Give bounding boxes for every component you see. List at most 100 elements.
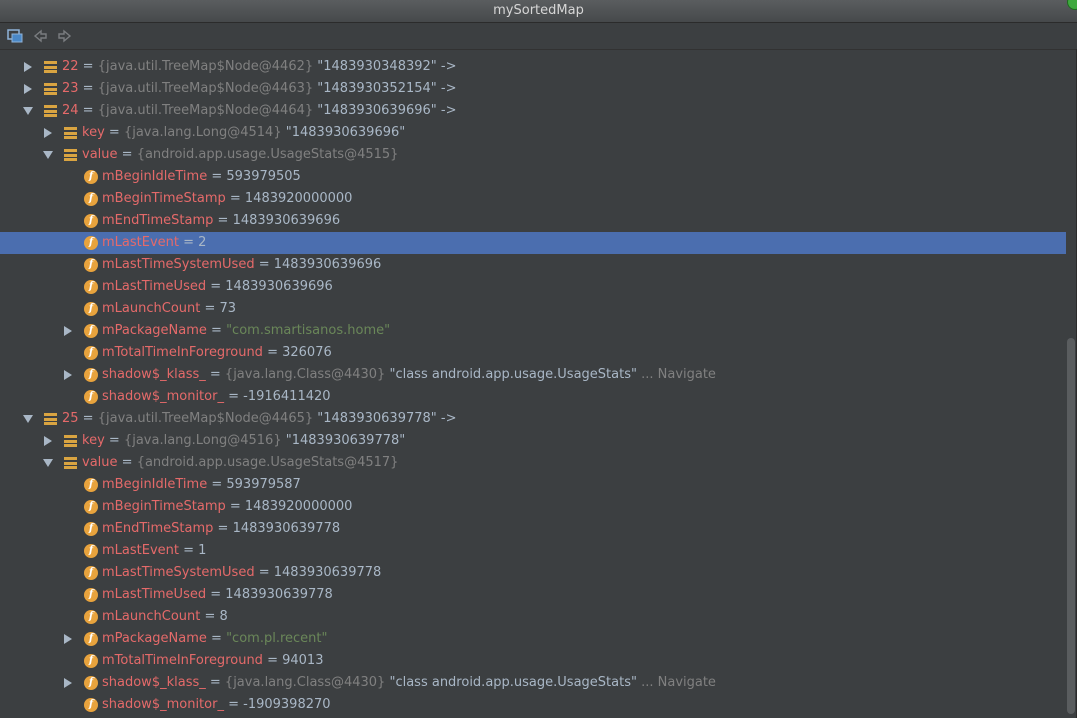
tree-row[interactable]: f shadow$_monitor_ = -1909398270 [0, 694, 1066, 716]
tree-row[interactable]: value = {android.app.usage.UsageStats@45… [0, 144, 1066, 166]
variable-name: key [82, 433, 105, 448]
separator: = [262, 345, 283, 360]
expand-arrow-icon[interactable] [42, 122, 54, 144]
separator: = [205, 367, 225, 382]
variable-value: "class android.app.usage.UsageStats" [389, 367, 637, 382]
expand-arrow-icon[interactable] [42, 430, 54, 452]
variables-tree: 22 = {java.util.TreeMap$Node@4462} "1483… [0, 55, 1066, 718]
forward-icon[interactable] [56, 27, 74, 45]
expand-arrow-icon[interactable] [62, 364, 74, 386]
separator: = [206, 323, 227, 338]
tree-row[interactable]: f mLastTimeUsed = 1483930639778 [0, 584, 1066, 606]
list-icon [64, 457, 77, 469]
tree-row[interactable]: f mLastTimeUsed = 1483930639696 [0, 276, 1066, 298]
separator: = [206, 587, 226, 602]
tree-row[interactable]: 23 = {java.util.TreeMap$Node@4463} "1483… [0, 78, 1066, 100]
variable-value: 1483930639696 [225, 279, 333, 294]
variable-type: {android.app.usage.UsageStats@4517} [136, 455, 399, 470]
variable-name: mPackageName [102, 631, 207, 646]
field-icon: f [84, 544, 98, 558]
tree-row[interactable]: f mEndTimeStamp = 1483930639778 [0, 518, 1066, 540]
variable-name: shadow$_monitor_ [102, 389, 224, 404]
variable-name: mLaunchCount [102, 609, 201, 624]
tree-row[interactable]: f mBeginTimeStamp = 1483920000000 [0, 496, 1066, 518]
field-icon: f [84, 346, 98, 360]
variable-name: mTotalTimeInForeground [102, 653, 263, 668]
vertical-scrollbar[interactable] [1067, 338, 1075, 714]
separator: = [205, 675, 225, 690]
tree-row[interactable]: f mEndTimeStamp = 1483930639696 [0, 210, 1066, 232]
variable-name: 23 [62, 81, 79, 96]
tree-row[interactable]: f mBeginTimeStamp = 1483920000000 [0, 188, 1066, 210]
variable-name: 24 [62, 103, 79, 118]
variable-type: {java.lang.Long@4514} [123, 125, 282, 140]
tree-row[interactable]: f mTotalTimeInForeground = 326076 [0, 342, 1066, 364]
variable-value: "1483930352154" -> [317, 81, 457, 96]
tree-row[interactable]: f mLaunchCount = 8 [0, 606, 1066, 628]
tree-row[interactable]: f mBeginIdleTime = 593979505 [0, 166, 1066, 188]
list-icon [64, 435, 77, 447]
variable-value: 1483930639696 [232, 213, 341, 228]
back-icon[interactable] [31, 27, 49, 45]
variable-name: mLastTimeSystemUsed [102, 257, 255, 272]
tree-row[interactable]: f shadow$_klass_ = {java.lang.Class@4430}… [0, 364, 1066, 386]
variable-value: "class android.app.usage.UsageStats" [389, 675, 637, 690]
expand-arrow-icon[interactable] [22, 56, 34, 78]
tree-row-text: mLastTimeSystemUsed = 1483930639696 [102, 254, 381, 276]
field-icon: f [84, 280, 98, 294]
separator: = [200, 301, 220, 316]
variable-name: mBeginTimeStamp [102, 499, 226, 514]
variable-name: key [82, 125, 105, 140]
tree-row[interactable]: f mTotalTimeInForeground = 94013 [0, 650, 1066, 672]
variable-value: -1909398270 [243, 697, 331, 712]
tree-row-text: 22 = {java.util.TreeMap$Node@4462} "1483… [62, 56, 456, 78]
tree-row[interactable]: f mLastEvent = 1 [0, 540, 1066, 562]
window-title: mySortedMap [493, 3, 584, 18]
tree-row-text: mLastEvent = 2 [102, 232, 206, 254]
tree-row[interactable]: f mLastTimeSystemUsed = 1483930639696 [0, 254, 1066, 276]
window-titlebar: mySortedMap [0, 0, 1077, 23]
collapse-arrow-icon[interactable] [42, 452, 54, 474]
tree-row[interactable]: key = {java.lang.Long@4516} "14839306397… [0, 430, 1066, 452]
tree-row[interactable]: 22 = {java.util.TreeMap$Node@4462} "1483… [0, 56, 1066, 78]
tree-row[interactable]: 25 = {java.util.TreeMap$Node@4465} "1483… [0, 408, 1066, 430]
variable-name: mLaunchCount [102, 301, 201, 316]
navigate-link[interactable]: ... Navigate [641, 367, 716, 382]
variable-name: mLastTimeSystemUsed [102, 565, 255, 580]
tree-row[interactable]: f mLastTimeSystemUsed = 1483930639778 [0, 562, 1066, 584]
variable-type: {java.util.TreeMap$Node@4464} [97, 103, 314, 118]
tree-row[interactable]: 24 = {java.util.TreeMap$Node@4464} "1483… [0, 100, 1066, 122]
variable-name: 25 [62, 411, 79, 426]
tree-row-text: mTotalTimeInForeground = 94013 [102, 650, 323, 672]
variable-name: mBeginTimeStamp [102, 191, 226, 206]
tree-row[interactable]: f mLaunchCount = 73 [0, 298, 1066, 320]
field-icon: f [84, 236, 98, 250]
variable-value: "1483930639696" [285, 125, 406, 140]
separator: = [262, 653, 283, 668]
tree-row-text: 23 = {java.util.TreeMap$Node@4463} "1483… [62, 78, 456, 100]
variable-value: 1483920000000 [244, 191, 353, 206]
variable-type: {android.app.usage.UsageStats@4515} [136, 147, 399, 162]
tree-row[interactable]: f shadow$_monitor_ = -1916411420 [0, 386, 1066, 408]
tree-row[interactable]: f mBeginIdleTime = 593979587 [0, 474, 1066, 496]
collapse-arrow-icon[interactable] [22, 100, 34, 122]
tree-row[interactable]: f shadow$_klass_ = {java.lang.Class@4430}… [0, 672, 1066, 694]
navigate-link[interactable]: ... Navigate [641, 675, 716, 690]
frame-icon[interactable] [6, 27, 24, 45]
tree-row[interactable]: key = {java.lang.Long@4514} "14839306396… [0, 122, 1066, 144]
tree-row[interactable]: f mPackageName = "com.pl.recent" [0, 628, 1066, 650]
separator: = [213, 521, 233, 536]
collapse-arrow-icon[interactable] [42, 144, 54, 166]
variable-value: "1483930639778" [285, 433, 406, 448]
tree-row[interactable]: f mLastEvent = 2 [0, 232, 1066, 254]
field-icon: f [84, 192, 98, 206]
expand-arrow-icon[interactable] [22, 78, 34, 100]
collapse-arrow-icon[interactable] [22, 408, 34, 430]
tree-row[interactable]: value = {android.app.usage.UsageStats@45… [0, 452, 1066, 474]
expand-arrow-icon[interactable] [62, 672, 74, 694]
tree-row-text: key = {java.lang.Long@4516} "14839306397… [82, 430, 405, 452]
tree-row[interactable]: f mPackageName = "com.smartisanos.home" [0, 320, 1066, 342]
expand-arrow-icon[interactable] [62, 320, 74, 342]
expand-arrow-icon[interactable] [62, 628, 74, 650]
tree-row-text: mEndTimeStamp = 1483930639696 [102, 210, 340, 232]
